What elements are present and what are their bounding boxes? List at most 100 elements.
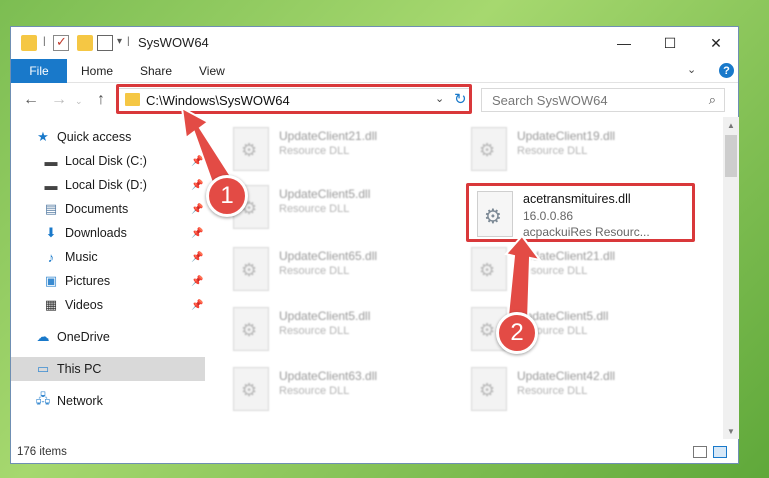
sidebar-item-onedrive[interactable]: ☁ OneDrive <box>11 325 205 349</box>
sidebar-item-label: Videos <box>65 298 103 312</box>
back-arrow-icon[interactable]: ← <box>23 91 39 109</box>
navigation-pane: ★ Quick access ▬ Local Disk (C:) 📌 ▬ Loc… <box>11 125 205 441</box>
file-name: UpdateClient5.dll <box>279 187 371 201</box>
sidebar-item-documents[interactable]: ▤ Documents 📌 <box>11 197 205 221</box>
file-type: Resource DLL <box>279 265 350 277</box>
sidebar-item-local-disk-d[interactable]: ▬ Local Disk (D:) 📌 <box>11 173 205 197</box>
list-item[interactable]: UpdateClient21.dll Resource DLL <box>233 123 453 177</box>
sidebar-item-this-pc[interactable]: ▭ This PC <box>11 357 205 381</box>
sidebar-item-label: Local Disk (C:) <box>65 154 147 168</box>
tab-home[interactable]: Home <box>81 64 113 78</box>
drive-icon: ▬ <box>44 153 58 169</box>
file-name: UpdateClient42.dll <box>517 369 616 383</box>
dll-file-icon <box>471 247 507 291</box>
sidebar-item-downloads[interactable]: ⬇ Downloads 📌 <box>11 221 205 245</box>
file-name: UpdateClient63.dll <box>279 369 378 383</box>
list-item[interactable]: UpdateClient63.dll Resource DLL <box>233 363 453 417</box>
sidebar-item-pictures[interactable]: ▣ Pictures 📌 <box>11 269 205 293</box>
chevron-down-icon[interactable]: ▾ <box>117 36 122 47</box>
search-placeholder: Search SysWOW64 <box>492 93 608 108</box>
recent-locations-icon[interactable]: ⌄ <box>75 96 83 107</box>
address-bar-highlight <box>116 84 472 114</box>
scroll-down-icon[interactable]: ▼ <box>723 423 739 439</box>
details-view-icon[interactable] <box>693 446 707 458</box>
ribbon-tabs: File Home Share View ⌄ ? <box>11 59 738 83</box>
status-bar: 176 items <box>11 441 738 463</box>
document-icon: ▤ <box>44 201 58 216</box>
list-item[interactable]: UpdateClient21.dll Resource DLL <box>471 243 691 297</box>
list-item[interactable]: UpdateClient65.dll Resource DLL <box>233 243 453 297</box>
up-arrow-icon[interactable]: ↑ <box>97 91 105 109</box>
large-icons-view-icon[interactable] <box>713 446 727 458</box>
minimize-button[interactable]: — <box>601 27 647 59</box>
sidebar-item-music[interactable]: ♪ Music 📌 <box>11 245 205 269</box>
drive-icon: ▬ <box>44 177 58 193</box>
file-name: UpdateClient65.dll <box>279 249 378 263</box>
file-highlight <box>466 183 695 242</box>
sidebar-item-label: Network <box>57 394 103 408</box>
search-input[interactable]: Search SysWOW64 ⌕ <box>481 88 725 112</box>
pin-icon[interactable]: 📌 <box>191 300 203 311</box>
dll-file-icon <box>233 127 269 171</box>
close-button[interactable]: ✕ <box>693 27 739 59</box>
new-folder-icon[interactable] <box>77 35 93 51</box>
sidebar-item-label: Pictures <box>65 274 111 288</box>
file-name: UpdateClient21.dll <box>517 249 616 263</box>
search-icon[interactable]: ⌕ <box>709 92 716 108</box>
pin-icon[interactable]: 📌 <box>191 156 203 167</box>
file-type: Resource DLL <box>279 385 350 397</box>
file-type: Resource DLL <box>279 203 350 215</box>
file-name: UpdateClient21.dll <box>279 129 378 143</box>
dll-file-icon <box>471 367 507 411</box>
download-icon: ⬇ <box>45 225 57 240</box>
maximize-button[interactable]: ☐ <box>647 27 693 59</box>
pin-icon[interactable]: 📌 <box>191 228 203 239</box>
pin-icon[interactable]: 📌 <box>191 276 203 287</box>
dll-file-icon <box>471 127 507 171</box>
video-icon: ▦ <box>44 297 58 312</box>
file-name: UpdateClient19.dll <box>517 129 616 143</box>
expand-ribbon-icon[interactable]: ⌄ <box>687 63 696 76</box>
dll-file-icon <box>233 307 269 351</box>
sidebar-item-videos[interactable]: ▦ Videos 📌 <box>11 293 205 317</box>
customize-icon[interactable] <box>97 35 113 51</box>
separator: | <box>127 36 130 47</box>
item-count: 176 items <box>17 446 67 458</box>
scroll-thumb[interactable] <box>725 135 737 177</box>
window-title: SysWOW64 <box>138 35 209 50</box>
pin-icon[interactable]: 📌 <box>191 252 203 263</box>
scroll-up-icon[interactable]: ▲ <box>723 117 739 133</box>
file-type: Resource DLL <box>517 385 588 397</box>
help-icon[interactable]: ? <box>719 63 734 78</box>
folder-icon[interactable] <box>21 35 37 51</box>
tab-share[interactable]: Share <box>140 64 172 78</box>
sidebar-item-quick-access[interactable]: ★ Quick access <box>11 125 205 149</box>
network-icon: 🖧 <box>35 391 51 406</box>
sidebar-item-local-disk-c[interactable]: ▬ Local Disk (C:) 📌 <box>11 149 205 173</box>
pin-icon[interactable]: 📌 <box>191 180 203 191</box>
step-badge-2: 2 <box>496 312 538 354</box>
list-item[interactable]: UpdateClient5.dll Resource DLL <box>233 303 453 357</box>
pin-icon[interactable]: 📌 <box>191 204 203 215</box>
music-icon: ♪ <box>47 249 55 265</box>
file-type: Resource DLL <box>517 265 588 277</box>
title-bar: | ▾ | SysWOW64 — ☐ ✕ <box>11 27 738 59</box>
sidebar-item-network[interactable]: 🖧 Network <box>11 389 205 413</box>
sidebar-item-label: Downloads <box>65 226 127 240</box>
properties-check-icon[interactable] <box>53 34 69 51</box>
list-item[interactable]: UpdateClient5.dll Resource DLL <box>233 181 453 235</box>
forward-arrow-icon[interactable]: → <box>51 91 67 109</box>
tab-view[interactable]: View <box>199 64 225 78</box>
list-item[interactable]: UpdateClient19.dll Resource DLL <box>471 123 691 177</box>
step-badge-1: 1 <box>206 175 248 217</box>
sidebar-item-label: This PC <box>57 362 102 376</box>
sidebar-item-label: OneDrive <box>57 330 110 344</box>
dll-file-icon <box>233 247 269 291</box>
list-item[interactable]: UpdateClient42.dll Resource DLL <box>471 363 691 417</box>
sidebar-item-label: Quick access <box>57 130 132 144</box>
cloud-icon: ☁ <box>36 329 50 344</box>
tab-file[interactable]: File <box>11 59 67 83</box>
star-icon: ★ <box>37 129 49 144</box>
computer-icon: ▭ <box>36 361 50 376</box>
vertical-scrollbar[interactable]: ▲ ▼ <box>723 117 739 439</box>
